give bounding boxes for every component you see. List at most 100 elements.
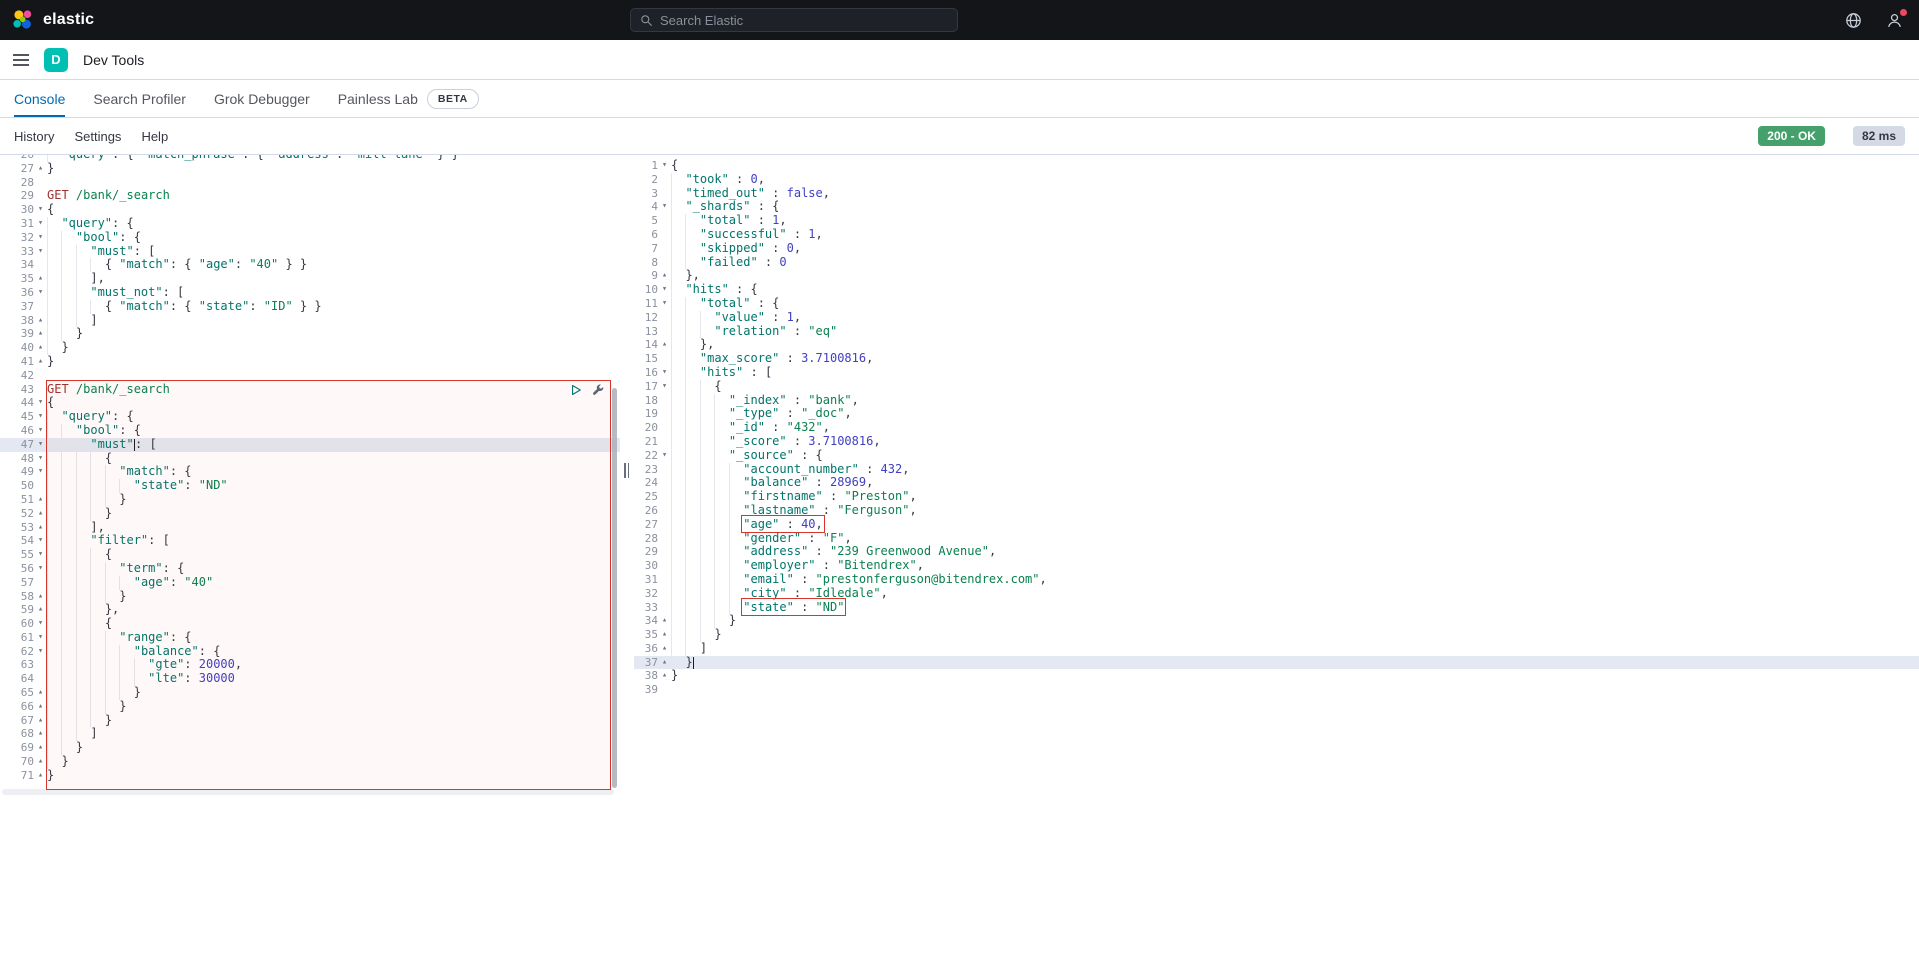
code-line[interactable]: 30▾{ bbox=[0, 203, 620, 217]
fold-toggle-icon[interactable]: ▾ bbox=[34, 245, 47, 259]
fold-toggle-icon[interactable]: ▴ bbox=[658, 338, 671, 352]
console-menu-settings[interactable]: Settings bbox=[74, 129, 121, 144]
code-line[interactable]: 36▾ "must_not": [ bbox=[0, 286, 620, 300]
code-line[interactable]: 26 "query": { "match_phrase": { "address… bbox=[0, 155, 620, 162]
code-line[interactable]: 31▾ "query": { bbox=[0, 217, 620, 231]
code-line[interactable]: 29GET /bank/_search bbox=[0, 189, 620, 203]
code-line[interactable]: 9▴ }, bbox=[634, 269, 1919, 283]
fold-toggle-icon[interactable]: ▴ bbox=[34, 603, 47, 617]
code-line[interactable]: 54▾ "filter": [ bbox=[0, 534, 620, 548]
code-line[interactable]: 12 "value" : 1, bbox=[634, 311, 1919, 325]
fold-toggle-icon[interactable]: ▴ bbox=[658, 628, 671, 642]
code-line[interactable]: 35▴ } bbox=[634, 628, 1919, 642]
fold-toggle-icon[interactable]: ▴ bbox=[34, 341, 47, 355]
fold-toggle-icon[interactable]: ▾ bbox=[34, 438, 47, 452]
code-line[interactable]: 58▴ } bbox=[0, 590, 620, 604]
fold-toggle-icon[interactable]: ▾ bbox=[658, 449, 671, 463]
code-line[interactable]: 15 "max_score" : 3.7100816, bbox=[634, 352, 1919, 366]
send-request-button[interactable] bbox=[570, 384, 582, 396]
code-line[interactable]: 2 "took" : 0, bbox=[634, 173, 1919, 187]
vertical-scrollbar-thumb[interactable] bbox=[612, 388, 617, 788]
code-line[interactable]: 8 "failed" : 0 bbox=[634, 256, 1919, 270]
code-line[interactable]: 57 "age": "40" bbox=[0, 576, 620, 590]
horizontal-scrollbar-track[interactable] bbox=[2, 789, 614, 795]
code-line[interactable]: 67▴ } bbox=[0, 714, 620, 728]
fold-toggle-icon[interactable]: ▴ bbox=[34, 714, 47, 728]
code-line[interactable]: 27 "age" : 40, bbox=[634, 518, 1919, 532]
code-line[interactable]: 33▾ "must": [ bbox=[0, 245, 620, 259]
code-line[interactable]: 43GET /bank/_search bbox=[0, 383, 620, 397]
code-line[interactable]: 7 "skipped" : 0, bbox=[634, 242, 1919, 256]
code-line[interactable]: 45▾ "query": { bbox=[0, 410, 620, 424]
response-viewer[interactable]: 1▾{2 "took" : 0,3 "timed_out" : false,4▾… bbox=[634, 155, 1919, 965]
fold-toggle-icon[interactable]: ▾ bbox=[658, 283, 671, 297]
fold-toggle-icon[interactable]: ▾ bbox=[34, 396, 47, 410]
code-line[interactable]: 53▴ ], bbox=[0, 521, 620, 535]
fold-toggle-icon[interactable]: ▴ bbox=[658, 614, 671, 628]
fold-toggle-icon[interactable]: ▾ bbox=[658, 200, 671, 214]
code-line[interactable]: 23 "account_number" : 432, bbox=[634, 463, 1919, 477]
code-line[interactable]: 70▴ } bbox=[0, 755, 620, 769]
code-line[interactable]: 34▴ } bbox=[634, 614, 1919, 628]
code-line[interactable]: 44▾{ bbox=[0, 396, 620, 410]
fold-toggle-icon[interactable]: ▾ bbox=[658, 159, 671, 173]
code-line[interactable]: 63 "gte": 20000, bbox=[0, 658, 620, 672]
code-line[interactable]: 41▴} bbox=[0, 355, 620, 369]
code-line[interactable]: 52▴ } bbox=[0, 507, 620, 521]
code-line[interactable]: 33 "state" : "ND" bbox=[634, 601, 1919, 615]
code-line[interactable]: 34 { "match": { "age": "40" } } bbox=[0, 258, 620, 272]
code-line[interactable]: 30 "employer" : "Bitendrex", bbox=[634, 559, 1919, 573]
code-line[interactable]: 42 bbox=[0, 369, 620, 383]
code-line[interactable]: 32 "city" : "Idledale", bbox=[634, 587, 1919, 601]
pane-resizer[interactable] bbox=[620, 155, 634, 965]
menu-toggle-icon[interactable] bbox=[0, 53, 44, 67]
fold-toggle-icon[interactable]: ▴ bbox=[34, 590, 47, 604]
code-line[interactable]: 35▴ ], bbox=[0, 272, 620, 286]
code-line[interactable]: 26 "lastname" : "Ferguson", bbox=[634, 504, 1919, 518]
request-options-button[interactable] bbox=[592, 384, 604, 396]
fold-toggle-icon[interactable]: ▴ bbox=[658, 642, 671, 656]
code-line[interactable]: 50 "state": "ND" bbox=[0, 479, 620, 493]
code-line[interactable]: 68▴ ] bbox=[0, 727, 620, 741]
code-line[interactable]: 13 "relation" : "eq" bbox=[634, 325, 1919, 339]
fold-toggle-icon[interactable]: ▴ bbox=[658, 269, 671, 283]
code-line[interactable]: 56▾ "term": { bbox=[0, 562, 620, 576]
global-search-input[interactable]: Search Elastic bbox=[630, 8, 958, 32]
code-line[interactable]: 16▾ "hits" : [ bbox=[634, 366, 1919, 380]
fold-toggle-icon[interactable]: ▾ bbox=[658, 297, 671, 311]
code-line[interactable]: 5 "total" : 1, bbox=[634, 214, 1919, 228]
code-line[interactable]: 47▾ "must": [ bbox=[0, 438, 620, 452]
code-line[interactable]: 29 "address" : "239 Greenwood Avenue", bbox=[634, 545, 1919, 559]
code-line[interactable]: 69▴ } bbox=[0, 741, 620, 755]
fold-toggle-icon[interactable]: ▾ bbox=[34, 286, 47, 300]
tab-grok-debugger[interactable]: Grok Debugger bbox=[214, 81, 310, 117]
fold-toggle-icon[interactable]: ▴ bbox=[34, 727, 47, 741]
code-line[interactable]: 3 "timed_out" : false, bbox=[634, 187, 1919, 201]
fold-toggle-icon[interactable]: ▴ bbox=[34, 755, 47, 769]
code-line[interactable]: 38▴} bbox=[634, 669, 1919, 683]
tab-console[interactable]: Console bbox=[14, 81, 65, 117]
fold-toggle-icon[interactable]: ▴ bbox=[34, 521, 47, 535]
code-line[interactable]: 71▴} bbox=[0, 769, 620, 783]
user-menu-icon[interactable] bbox=[1886, 12, 1903, 29]
fold-toggle-icon[interactable]: ▾ bbox=[34, 617, 47, 631]
code-line[interactable]: 24 "balance" : 28969, bbox=[634, 476, 1919, 490]
fold-toggle-icon[interactable]: ▴ bbox=[34, 272, 47, 286]
fold-toggle-icon[interactable]: ▴ bbox=[34, 162, 47, 176]
fold-toggle-icon[interactable]: ▾ bbox=[34, 410, 47, 424]
code-line[interactable]: 60▾ { bbox=[0, 617, 620, 631]
code-line[interactable]: 28 "gender" : "F", bbox=[634, 532, 1919, 546]
code-line[interactable]: 32▾ "bool": { bbox=[0, 231, 620, 245]
code-line[interactable]: 17▾ { bbox=[634, 380, 1919, 394]
code-line[interactable]: 49▾ "match": { bbox=[0, 465, 620, 479]
fold-toggle-icon[interactable]: ▴ bbox=[34, 741, 47, 755]
fold-toggle-icon[interactable]: ▾ bbox=[34, 548, 47, 562]
fold-toggle-icon[interactable]: ▾ bbox=[34, 534, 47, 548]
code-line[interactable]: 66▴ } bbox=[0, 700, 620, 714]
code-line[interactable]: 39 bbox=[634, 683, 1919, 697]
fold-toggle-icon[interactable]: ▾ bbox=[34, 452, 47, 466]
code-line[interactable]: 10▾ "hits" : { bbox=[634, 283, 1919, 297]
code-line[interactable]: 51▴ } bbox=[0, 493, 620, 507]
fold-toggle-icon[interactable]: ▾ bbox=[34, 231, 47, 245]
code-line[interactable]: 36▴ ] bbox=[634, 642, 1919, 656]
